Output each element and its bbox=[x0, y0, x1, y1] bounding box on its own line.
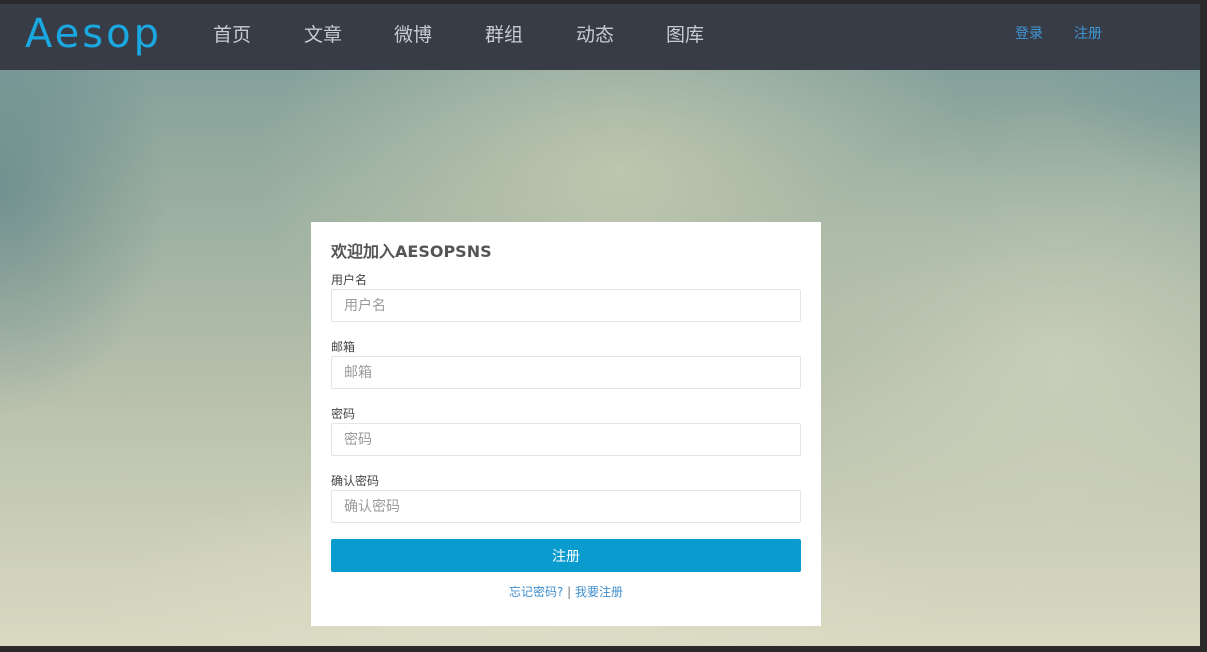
nav-item-home[interactable]: 首页 bbox=[213, 23, 251, 47]
register-link[interactable]: 注册 bbox=[1074, 25, 1102, 43]
login-link[interactable]: 登录 bbox=[1015, 25, 1043, 43]
register-card: 欢迎加入AESOPSNS 用户名 邮箱 密码 确认密码 注册 忘记密码? | 我… bbox=[311, 222, 821, 626]
signup-link[interactable]: 我要注册 bbox=[575, 585, 623, 599]
page-background: Aesop 首页 文章 微博 群组 动态 图库 登录 注册 欢迎加入AESOPS… bbox=[0, 4, 1200, 646]
register-title: 欢迎加入AESOPSNS bbox=[331, 242, 492, 261]
nav-item-gallery[interactable]: 图库 bbox=[666, 23, 704, 47]
nav-item-weibo[interactable]: 微博 bbox=[394, 23, 432, 47]
aesop-logo[interactable]: Aesop bbox=[25, 6, 162, 62]
confirm-password-input[interactable] bbox=[331, 490, 801, 523]
email-input[interactable] bbox=[331, 356, 801, 389]
link-separator: | bbox=[563, 585, 576, 599]
confirm-password-label: 确认密码 bbox=[331, 474, 380, 488]
top-navbar: Aesop 首页 文章 微博 群组 动态 图库 登录 注册 bbox=[0, 4, 1200, 70]
password-label: 密码 bbox=[331, 407, 356, 421]
email-label: 邮箱 bbox=[331, 340, 356, 354]
form-footer-links: 忘记密码? | 我要注册 bbox=[311, 583, 821, 601]
password-input[interactable] bbox=[331, 423, 801, 456]
register-submit-button[interactable]: 注册 bbox=[331, 539, 801, 572]
username-input[interactable] bbox=[331, 289, 801, 322]
nav-item-activity[interactable]: 动态 bbox=[576, 23, 614, 47]
nav-item-groups[interactable]: 群组 bbox=[485, 23, 523, 47]
nav-item-articles[interactable]: 文章 bbox=[304, 23, 342, 47]
username-label: 用户名 bbox=[331, 273, 368, 287]
forgot-password-link[interactable]: 忘记密码? bbox=[509, 585, 563, 599]
